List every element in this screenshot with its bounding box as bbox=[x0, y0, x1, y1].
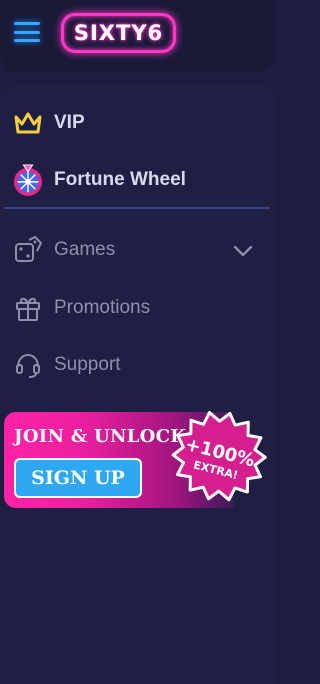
hamburger-line bbox=[14, 30, 40, 34]
menu-item-label: VIP bbox=[54, 112, 85, 133]
chevron-down-icon[interactable] bbox=[232, 240, 254, 262]
dice-icon bbox=[12, 234, 44, 266]
headset-icon bbox=[12, 349, 44, 381]
hamburger-line bbox=[14, 39, 40, 42]
logo-text: SIXTY6 bbox=[73, 21, 164, 45]
menu-item-label: Promotions bbox=[54, 297, 151, 318]
menu-item-vip[interactable]: VIP bbox=[0, 103, 276, 143]
top-bar: SIXTY6 bbox=[0, 0, 276, 72]
gift-icon bbox=[12, 292, 44, 324]
bonus-badge: +100% EXTRA! bbox=[171, 410, 267, 502]
menu-item-promotions[interactable]: Promotions bbox=[0, 288, 276, 328]
promo-title: JOIN & UNLOCK bbox=[14, 426, 187, 447]
menu-item-games[interactable]: Games bbox=[0, 230, 276, 270]
sign-up-button[interactable]: SIGN UP bbox=[14, 458, 142, 498]
hamburger-line bbox=[14, 22, 40, 25]
menu-item-support[interactable]: Support bbox=[0, 345, 276, 385]
menu-item-fortune-wheel[interactable]: Fortune Wheel bbox=[0, 160, 276, 200]
hamburger-menu-button[interactable] bbox=[14, 22, 40, 46]
fortune-wheel-icon bbox=[12, 164, 44, 196]
menu-item-label: Fortune Wheel bbox=[54, 169, 186, 190]
menu-item-label: Support bbox=[54, 354, 121, 375]
menu-divider bbox=[4, 207, 270, 209]
crown-icon bbox=[12, 107, 44, 139]
side-menu: VIP Fortune Wheel Games Promotions Suppo… bbox=[0, 84, 276, 684]
menu-item-label: Games bbox=[54, 239, 116, 260]
logo[interactable]: SIXTY6 bbox=[61, 13, 176, 53]
